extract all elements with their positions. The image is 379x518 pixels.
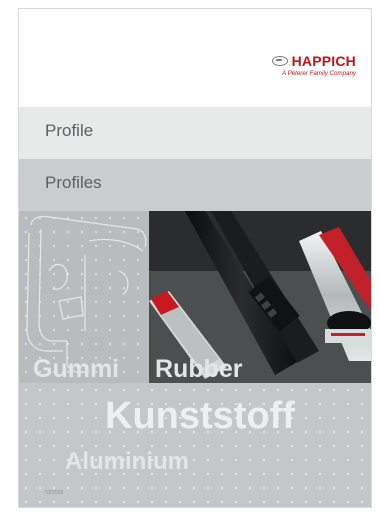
title-band-german: Profile xyxy=(19,107,371,159)
logo-row: HAPPICH xyxy=(271,53,356,69)
title-english: Profiles xyxy=(45,173,102,192)
material-rubber: Rubber xyxy=(155,355,243,383)
happich-logo-icon xyxy=(271,56,288,66)
material-kunststoff: Kunststoff xyxy=(105,395,295,437)
cover-header: HAPPICH A Peterer Family Company xyxy=(19,9,371,107)
material-gummi: Gummi xyxy=(33,355,120,383)
title-band-english: Profiles xyxy=(19,159,371,211)
title-german: Profile xyxy=(45,121,94,140)
brand-logo: HAPPICH A Peterer Family Company xyxy=(271,53,356,77)
material-aluminium: Aluminium xyxy=(65,448,189,475)
brochure-cover: HAPPICH A Peterer Family Company Profile… xyxy=(18,8,372,508)
brand-name: HAPPICH xyxy=(291,53,356,69)
document-code: 03/2018 xyxy=(45,490,64,496)
brand-tagline: A Peterer Family Company xyxy=(281,70,356,77)
